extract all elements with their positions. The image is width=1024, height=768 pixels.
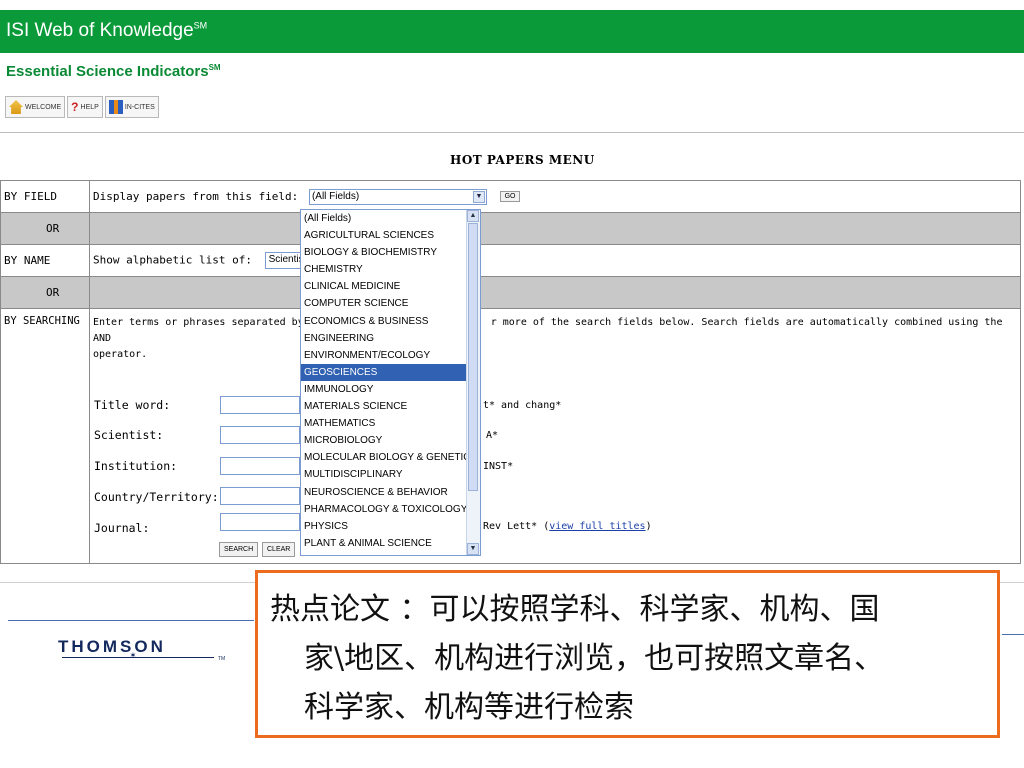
journal-example: Rev Lett* (view full titles) bbox=[483, 521, 652, 532]
scientist-input[interactable] bbox=[220, 426, 300, 444]
app-title-text: ISI Web of Knowledge bbox=[6, 20, 194, 41]
page-title: HOT PAPERS MENU bbox=[450, 153, 595, 167]
scroll-thumb[interactable] bbox=[468, 223, 478, 491]
institution-label: Institution: bbox=[94, 459, 178, 473]
help-label: HELP bbox=[80, 103, 99, 111]
by-field-prompt: Display papers from this field: bbox=[93, 189, 299, 203]
incites-button[interactable]: IN-CITES bbox=[104, 96, 159, 118]
search-instructions: Enter terms or phrases separated by r mor… bbox=[93, 309, 1017, 363]
home-icon bbox=[9, 100, 23, 114]
trademark-mark: TM bbox=[218, 656, 226, 662]
question-mark-icon: ? bbox=[71, 100, 79, 114]
field-option[interactable]: CHEMISTRY bbox=[301, 261, 480, 278]
incites-icon bbox=[108, 100, 123, 114]
scroll-down-icon[interactable]: ▼ bbox=[467, 543, 479, 555]
service-mark: SM bbox=[208, 63, 221, 72]
divider bbox=[1002, 634, 1024, 635]
by-field-label: BY FIELD bbox=[0, 180, 90, 213]
field-option[interactable]: CLINICAL MEDICINE bbox=[301, 278, 480, 295]
field-select[interactable]: (All Fields) ▼ bbox=[308, 188, 487, 205]
callout-line-2: 家\地区、机构进行浏览，也可按照文章名、 bbox=[304, 641, 885, 676]
journal-label: Journal: bbox=[94, 521, 150, 535]
field-option[interactable]: (All Fields) bbox=[301, 210, 480, 227]
field-options: (All Fields) AGRICULTURAL SCIENCES BIOLOGY… bbox=[301, 210, 480, 552]
field-option[interactable]: COMPUTER SCIENCE bbox=[301, 295, 480, 312]
by-field-row: Display papers from this field: (All Fie… bbox=[89, 180, 1021, 213]
incites-label: IN-CITES bbox=[124, 103, 155, 111]
scientist-example: A* bbox=[486, 430, 499, 441]
nav-toolbar: WELCOME ? HELP IN-CITES bbox=[5, 96, 159, 118]
field-option[interactable]: ENGINEERING bbox=[301, 330, 480, 347]
field-option[interactable]: IMMUNOLOGY bbox=[301, 381, 480, 398]
field-option[interactable]: MATERIALS SCIENCE bbox=[301, 398, 480, 415]
or-separator: OR bbox=[0, 276, 90, 309]
app-header: ISI Web of KnowledgeSM bbox=[0, 10, 1024, 53]
field-option[interactable]: BIOLOGY & BIOCHEMISTRY bbox=[301, 244, 480, 261]
hot-papers-menu-table: BY FIELD Display papers from this field:… bbox=[0, 180, 1021, 564]
or-separator-fill bbox=[89, 276, 1021, 309]
instructions-left: Enter terms or phrases separated by bbox=[93, 317, 304, 328]
field-select-value: (All Fields) bbox=[311, 190, 360, 202]
title-word-label: Title word: bbox=[94, 398, 171, 412]
by-name-row: Show alphabetic list of: Scientist bbox=[89, 244, 1021, 277]
clear-button[interactable]: CLEAR bbox=[262, 542, 296, 557]
product-title[interactable]: Essential Science IndicatorsSM bbox=[6, 63, 221, 80]
field-option[interactable]: ENVIRONMENT/ECOLOGY bbox=[301, 347, 480, 364]
field-option[interactable]: PHYSICS bbox=[301, 518, 480, 535]
dropdown-scrollbar[interactable]: ▲ ▼ bbox=[466, 210, 480, 555]
field-option[interactable]: AGRICULTURAL SCIENCES bbox=[301, 227, 480, 244]
help-button[interactable]: ? HELP bbox=[67, 96, 103, 118]
callout-line-1: 热点论文 ：可以按照学科、科学家、机构、国 bbox=[270, 592, 880, 627]
scroll-up-icon[interactable]: ▲ bbox=[467, 210, 479, 222]
star-icon: ✶ bbox=[130, 650, 137, 661]
thomson-logo: THOMSON bbox=[58, 637, 166, 656]
welcome-button[interactable]: WELCOME bbox=[5, 96, 66, 118]
field-option[interactable]: NEUROSCIENCE & BEHAVIOR bbox=[301, 484, 480, 501]
by-searching-label: BY SEARCHING bbox=[0, 308, 90, 564]
by-name-label: BY NAME bbox=[0, 244, 90, 277]
product-title-text: Essential Science Indicators bbox=[6, 63, 209, 80]
view-full-titles-link[interactable]: view full titles bbox=[549, 521, 645, 532]
service-mark: SM bbox=[193, 20, 208, 31]
go-button[interactable]: GO bbox=[499, 191, 521, 202]
divider bbox=[8, 620, 254, 621]
journal-example-text: Rev Lett* bbox=[483, 521, 538, 532]
title-word-input[interactable] bbox=[220, 396, 300, 414]
institution-example: INST* bbox=[483, 461, 514, 472]
field-option[interactable]: PLANT & ANIMAL SCIENCE bbox=[301, 535, 480, 552]
country-territory-label: Country/Territory: bbox=[94, 490, 219, 504]
divider bbox=[0, 132, 1024, 133]
journal-input[interactable] bbox=[220, 513, 300, 531]
chevron-down-icon[interactable]: ▼ bbox=[472, 190, 485, 203]
by-name-prompt: Show alphabetic list of: bbox=[93, 253, 252, 267]
field-option[interactable]: GEOSCIENCES bbox=[301, 363, 480, 381]
field-option[interactable]: MICROBIOLOGY bbox=[301, 432, 480, 449]
field-option[interactable]: MOLECULAR BIOLOGY & GENETICS bbox=[301, 449, 480, 466]
app-title[interactable]: ISI Web of KnowledgeSM bbox=[6, 20, 207, 42]
search-button[interactable]: SEARCH bbox=[219, 542, 259, 557]
instructions-cont: operator. bbox=[93, 349, 148, 360]
field-option[interactable]: PHARMACOLOGY & TOXICOLOGY bbox=[301, 501, 480, 518]
welcome-label: WELCOME bbox=[25, 103, 62, 111]
scientist-label: Scientist: bbox=[94, 428, 164, 442]
institution-input[interactable] bbox=[220, 457, 300, 475]
thomson-logo-underline bbox=[62, 657, 214, 658]
field-dropdown-list[interactable]: (All Fields) AGRICULTURAL SCIENCES BIOLOGY… bbox=[300, 209, 481, 556]
or-separator-fill bbox=[89, 212, 1021, 245]
title-word-example: t* and chang* bbox=[483, 400, 562, 411]
callout-line-3: 科学家、机构等进行检索 bbox=[304, 690, 634, 725]
field-option[interactable]: MULTIDISCIPLINARY bbox=[301, 466, 480, 483]
or-separator: OR bbox=[0, 212, 90, 245]
annotation-callout: 热点论文 ：可以按照学科、科学家、机构、国 家\地区、机构进行浏览，也可按照文章… bbox=[255, 570, 1000, 738]
field-option[interactable]: ECONOMICS & BUSINESS bbox=[301, 313, 480, 330]
field-option[interactable]: MATHEMATICS bbox=[301, 415, 480, 432]
country-territory-input[interactable] bbox=[220, 487, 300, 505]
